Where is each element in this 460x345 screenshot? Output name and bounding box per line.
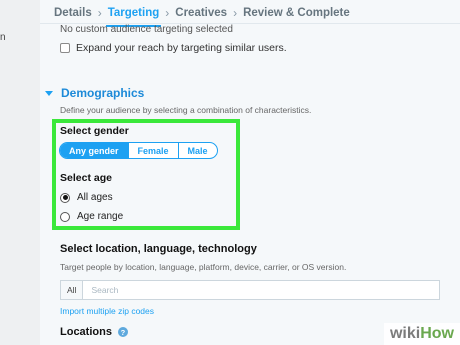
watermark-part2: How — [420, 325, 454, 342]
select-gender-label: Select gender — [60, 125, 129, 137]
breadcrumb: Details › Targeting › Creatives › Review… — [54, 5, 350, 27]
expand-reach-label: Expand your reach by targeting similar u… — [76, 42, 287, 54]
help-icon[interactable]: ? — [117, 327, 128, 337]
left-sidebar-strip: n — [0, 0, 40, 345]
watermark-part1: wiki — [389, 325, 421, 342]
chevron-right-icon: › — [165, 6, 170, 20]
radio-selected-dot — [62, 195, 68, 200]
gender-option-female[interactable]: Female — [127, 143, 178, 158]
breadcrumb-targeting[interactable]: Targeting — [105, 7, 161, 27]
breadcrumb-review-complete[interactable]: Review & Complete — [243, 7, 350, 19]
wikihow-watermark: wikiHow — [383, 323, 460, 345]
gender-segmented-control: Any gender Female Male — [59, 142, 218, 159]
sidebar-text-fragment: n — [0, 32, 6, 43]
demographics-title: Demographics — [61, 86, 145, 100]
demographics-description: Define your audience by selecting a comb… — [60, 105, 312, 115]
age-all-radio[interactable] — [60, 192, 70, 203]
select-age-label: Select age — [60, 172, 112, 184]
location-filter-dropdown[interactable]: All — [61, 281, 84, 299]
breadcrumb-details[interactable]: Details — [54, 7, 92, 19]
locations-label: Locations — [60, 326, 112, 338]
age-option-range[interactable]: Age range — [60, 211, 123, 222]
caret-down-icon — [45, 90, 53, 96]
demographics-section-toggle[interactable]: Demographics — [45, 86, 144, 100]
targeting-panel: Details › Targeting › Creatives › Review… — [40, 0, 460, 345]
chevron-right-icon: › — [97, 6, 102, 20]
import-zip-codes-link[interactable]: Import multiple zip codes — [60, 306, 154, 316]
chevron-right-icon: › — [233, 6, 238, 20]
age-option-all[interactable]: All ages — [60, 192, 113, 203]
breadcrumb-creatives[interactable]: Creatives — [175, 7, 227, 19]
location-search-input[interactable]: Search — [83, 285, 118, 295]
location-section-title: Select location, language, technology — [60, 243, 257, 255]
custom-audience-status: No custom audience targeting selected — [60, 24, 233, 35]
expand-reach-option[interactable]: Expand your reach by targeting similar u… — [60, 42, 287, 54]
location-description: Target people by location, language, pla… — [60, 262, 347, 272]
location-search-box[interactable]: All Search — [60, 280, 440, 300]
gender-option-male[interactable]: Male — [177, 143, 217, 158]
age-range-radio[interactable] — [60, 211, 70, 222]
age-range-label: Age range — [77, 211, 124, 222]
expand-reach-checkbox[interactable] — [60, 43, 70, 53]
locations-heading: Locations ? — [60, 326, 128, 338]
age-all-label: All ages — [77, 192, 113, 203]
gender-option-any[interactable]: Any gender — [60, 143, 128, 158]
